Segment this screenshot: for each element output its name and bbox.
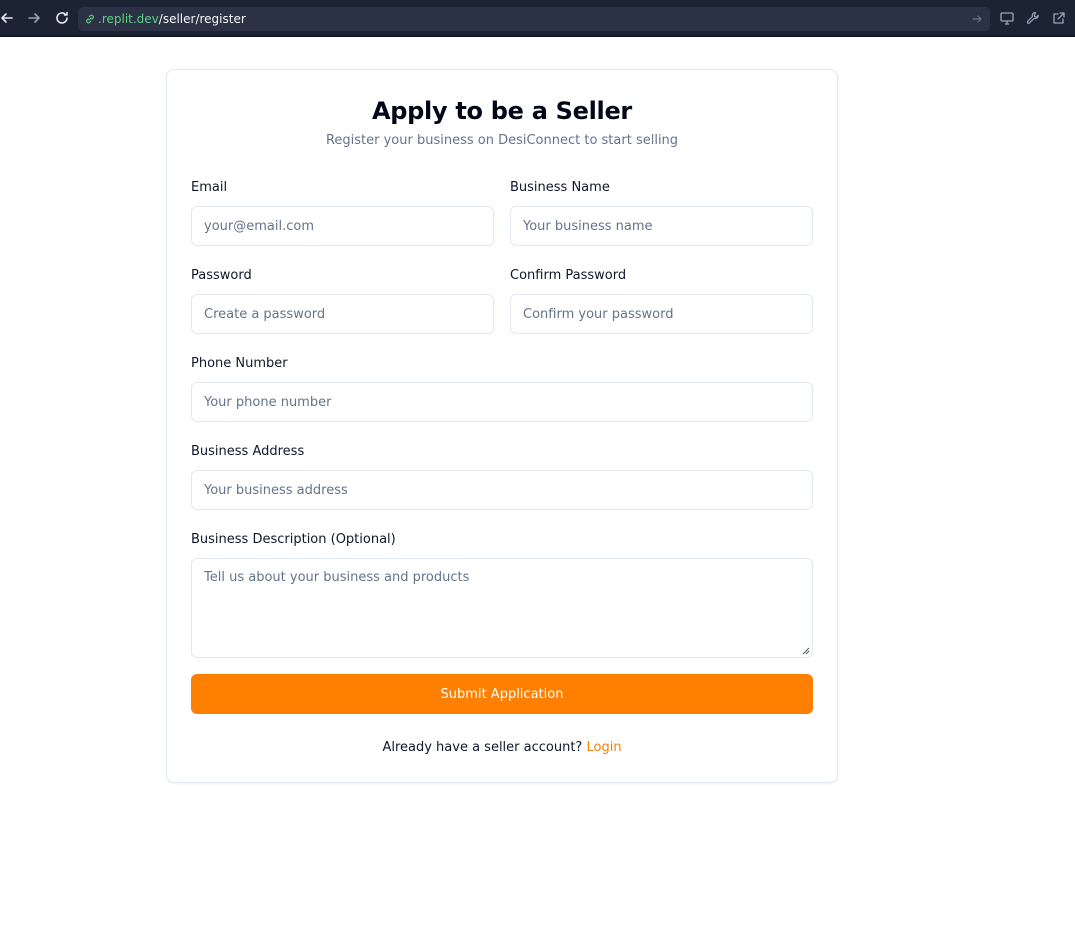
- confirm-password-label: Confirm Password: [510, 268, 627, 283]
- password-field[interactable]: Create a password: [191, 294, 494, 334]
- link-icon: [86, 14, 94, 24]
- business-description-textarea[interactable]: Tell us about your business and products: [191, 558, 813, 658]
- login-link[interactable]: Login: [586, 740, 621, 755]
- phone-label: Phone Number: [191, 356, 288, 371]
- page-title: Apply to be a Seller: [372, 97, 632, 125]
- email-field[interactable]: your@email.com: [191, 206, 494, 246]
- email-label: Email: [191, 180, 228, 195]
- monitor-icon[interactable]: [999, 10, 1015, 26]
- password-label: Password: [191, 268, 252, 283]
- forward-arrow-icon[interactable]: [25, 9, 43, 27]
- browser-toolbar: .replit.dev/seller/register: [0, 0, 1075, 37]
- business-description-placeholder: Tell us about your business and products: [204, 570, 470, 585]
- business-address-field[interactable]: Your business address: [191, 470, 813, 510]
- seller-registration-card: Apply to be a Seller Register your busin…: [166, 69, 838, 783]
- login-prompt-text: Already have a seller account?: [382, 740, 583, 755]
- url-host: .replit.dev: [98, 12, 159, 26]
- business-name-field[interactable]: Your business name: [510, 206, 813, 246]
- page-subtitle: Register your business on DesiConnect to…: [325, 133, 679, 148]
- go-arrow-icon[interactable]: [970, 12, 984, 26]
- business-description-label: Business Description (Optional): [191, 532, 396, 547]
- login-prompt: Already have a seller account? Login: [167, 740, 837, 755]
- submit-application-button[interactable]: Submit Application: [191, 674, 813, 714]
- phone-field[interactable]: Your phone number: [191, 382, 813, 422]
- wrench-icon[interactable]: [1025, 10, 1041, 26]
- confirm-password-field[interactable]: Confirm your password: [510, 294, 813, 334]
- resize-handle-icon[interactable]: [802, 647, 810, 655]
- back-arrow-icon[interactable]: [0, 9, 16, 27]
- external-link-icon[interactable]: [1051, 10, 1067, 26]
- url-path: /seller/register: [158, 12, 246, 26]
- reload-icon[interactable]: [53, 9, 71, 27]
- address-bar[interactable]: .replit.dev/seller/register: [78, 7, 990, 31]
- business-name-label: Business Name: [510, 180, 610, 195]
- business-address-label: Business Address: [191, 444, 305, 459]
